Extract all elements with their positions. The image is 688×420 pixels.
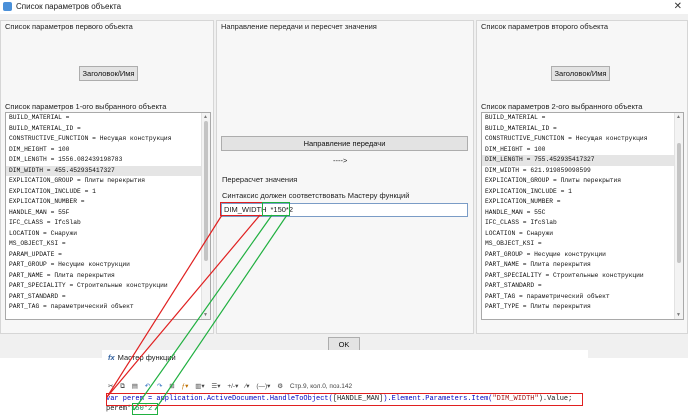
- list-icon[interactable]: ☰▾: [211, 383, 220, 390]
- bookmark-icon[interactable]: ⊞: [169, 383, 174, 390]
- close-icon[interactable]: ✕: [674, 1, 682, 12]
- scroll-thumb[interactable]: [677, 143, 681, 263]
- left-list-title: Список параметров 1-ого выбранного объек…: [5, 102, 167, 111]
- copy-icon[interactable]: ⧉: [120, 383, 125, 390]
- left-param-list[interactable]: BUILD_MATERIAL = BUILD_MATERIAL_ID = CONST…: [5, 112, 211, 320]
- redo-icon[interactable]: ↷: [157, 383, 162, 390]
- left-panel: Список параметров первого объекта Заголо…: [0, 20, 214, 334]
- cut-icon[interactable]: ✂: [108, 383, 113, 390]
- right-panel-header: Список параметров второго объекта: [481, 22, 609, 31]
- function-master-panel: fx Мастер функций ✂ ⧉ ▤ ↶ ↷ ⊞ ƒ▾ ▥▾ ☰▾ +/…: [102, 350, 588, 420]
- list-item[interactable]: PART_STANDARD =: [6, 292, 210, 303]
- ok-button[interactable]: OK: [328, 337, 360, 351]
- list-item[interactable]: BUILD_MATERIAL =: [482, 113, 683, 124]
- right-title-name-button[interactable]: Заголовок/Имя: [551, 66, 610, 81]
- list-item[interactable]: PART_NAME = Плита перекрытия: [482, 260, 683, 271]
- list-item[interactable]: LOCATION = Снаружи: [6, 229, 210, 240]
- list-item[interactable]: PART_GROUP = Несущие конструкции: [6, 260, 210, 271]
- list-item[interactable]: EXPLICATION_GROUP = Плиты перекрытия: [6, 176, 210, 187]
- scroll-down-icon[interactable]: ▼: [676, 312, 681, 318]
- highlight-red-code: [106, 393, 583, 406]
- function-master-toolbar: ✂ ⧉ ▤ ↶ ↷ ⊞ ƒ▾ ▥▾ ☰▾ +/-▾ ⁄▾ (—)▾ ⚙ Стр.…: [108, 382, 357, 392]
- list-item[interactable]: EXPLICATION_INCLUDE = 1: [6, 187, 210, 198]
- list-item[interactable]: BUILD_MATERIAL_ID =: [6, 124, 210, 135]
- list-item[interactable]: HANDLE_MAN = 55F: [6, 208, 210, 219]
- app-icon: [3, 2, 12, 11]
- list-item[interactable]: PART_NAME = Плита перекрытия: [6, 271, 210, 282]
- list-item[interactable]: MS_OBJECT_KSI =: [482, 239, 683, 250]
- list-item[interactable]: DIM_WIDTH = 621.919859098599: [482, 166, 683, 177]
- list-item[interactable]: PART_SPECIALITY = Строительные конструкц…: [482, 271, 683, 282]
- function-icon[interactable]: ƒ▾: [182, 383, 189, 390]
- highlight-green-expr: [262, 202, 290, 216]
- list-item[interactable]: HANDLE_MAN = 55C: [482, 208, 683, 219]
- recalc-label: Перерасчет значения: [222, 175, 298, 184]
- list-item[interactable]: DIM_LENGTH = 1556.082439198783: [6, 155, 210, 166]
- function-master-title: fx Мастер функций: [108, 353, 176, 362]
- right-param-list[interactable]: BUILD_MATERIAL = BUILD_MATERIAL_ID = CONST…: [481, 112, 684, 320]
- right-list-title: Список параметров 2-ого выбранного объек…: [481, 102, 643, 111]
- right-panel: Список параметров второго объекта Заголо…: [476, 20, 688, 334]
- left-panel-header: Список параметров первого объекта: [5, 22, 133, 31]
- list-item[interactable]: MS_OBJECT_KSI =: [6, 239, 210, 250]
- dialog-body: Список параметров первого объекта Заголо…: [0, 14, 688, 358]
- list-item[interactable]: LOCATION = Снаружи: [482, 229, 683, 240]
- operator-icon[interactable]: +/-▾: [227, 383, 238, 390]
- middle-panel-header: Направление передачи и пересчет значения: [221, 22, 377, 31]
- list-item[interactable]: EXPLICATION_NUMBER =: [6, 197, 210, 208]
- format-icon[interactable]: ⁄▾: [245, 383, 249, 390]
- list-item[interactable]: PART_GROUP = Несущие конструкции: [482, 250, 683, 261]
- list-item[interactable]: BUILD_MATERIAL_ID =: [482, 124, 683, 135]
- list-item[interactable]: EXPLICATION_INCLUDE = 1: [482, 187, 683, 198]
- settings-icon[interactable]: ⚙: [277, 383, 283, 390]
- list-item[interactable]: CONSTRUCTIVE_FUNCTION = Несущая конструк…: [6, 134, 210, 145]
- syntax-label: Синтаксис должен соответствовать Мастеру…: [222, 191, 410, 200]
- list-item[interactable]: PART_TAG = параметрический объект: [6, 302, 210, 313]
- highlight-green-code: [132, 403, 158, 415]
- cursor-position-status: Стр.9, кол.0, поз.142: [289, 383, 353, 390]
- window-title: Список параметров объекта: [16, 2, 122, 11]
- list-item[interactable]: BUILD_MATERIAL =: [6, 113, 210, 124]
- paste-icon[interactable]: ▤: [132, 383, 138, 390]
- direction-button[interactable]: Направление передачи: [221, 136, 468, 151]
- list-item[interactable]: CONSTRUCTIVE_FUNCTION = Несущая конструк…: [482, 134, 683, 145]
- direction-arrow: ---->: [333, 156, 348, 165]
- left-scrollbar[interactable]: ▲ ▼: [201, 113, 210, 319]
- middle-panel: Направление передачи и пересчет значения…: [216, 20, 474, 334]
- scroll-up-icon[interactable]: ▲: [203, 114, 208, 120]
- variable-icon[interactable]: ▥▾: [195, 383, 204, 390]
- list-item[interactable]: IFC_CLASS = IfcSlab: [6, 218, 210, 229]
- undo-icon[interactable]: ↶: [145, 383, 150, 390]
- highlight-red-var: [220, 202, 263, 216]
- list-item[interactable]: DIM_WIDTH = 455.452935417327: [6, 165, 210, 176]
- right-scrollbar[interactable]: ▲ ▼: [674, 113, 683, 319]
- list-item[interactable]: EXPLICATION_NUMBER =: [482, 197, 683, 208]
- list-item[interactable]: PART_SPECIALITY = Строительные конструкц…: [6, 281, 210, 292]
- list-item[interactable]: PART_STANDARD =: [482, 281, 683, 292]
- title-bar: Список параметров объекта ✕: [0, 0, 688, 14]
- fx-icon: fx: [108, 353, 115, 362]
- left-title-name-button[interactable]: Заголовок/Имя: [79, 66, 138, 81]
- list-item[interactable]: EXPLICATION_GROUP = Плиты перекрытия: [482, 176, 683, 187]
- list-item[interactable]: IFC_CLASS = IfcSlab: [482, 218, 683, 229]
- list-item[interactable]: DIM_HEIGHT = 100: [482, 145, 683, 156]
- scroll-thumb[interactable]: [204, 121, 208, 261]
- brackets-icon[interactable]: (—)▾: [256, 383, 270, 390]
- list-item[interactable]: PART_TYPE = Плиты перекрытия: [482, 302, 683, 313]
- scroll-down-icon[interactable]: ▼: [203, 312, 208, 318]
- list-item[interactable]: DIM_LENGTH = 755.452935417327: [482, 155, 683, 166]
- list-item[interactable]: DIM_HEIGHT = 100: [6, 145, 210, 156]
- scroll-up-icon[interactable]: ▲: [676, 114, 681, 120]
- list-item[interactable]: PART_TAG = параметрический объект: [482, 292, 683, 303]
- list-item[interactable]: PARAM_UPDATE =: [6, 250, 210, 261]
